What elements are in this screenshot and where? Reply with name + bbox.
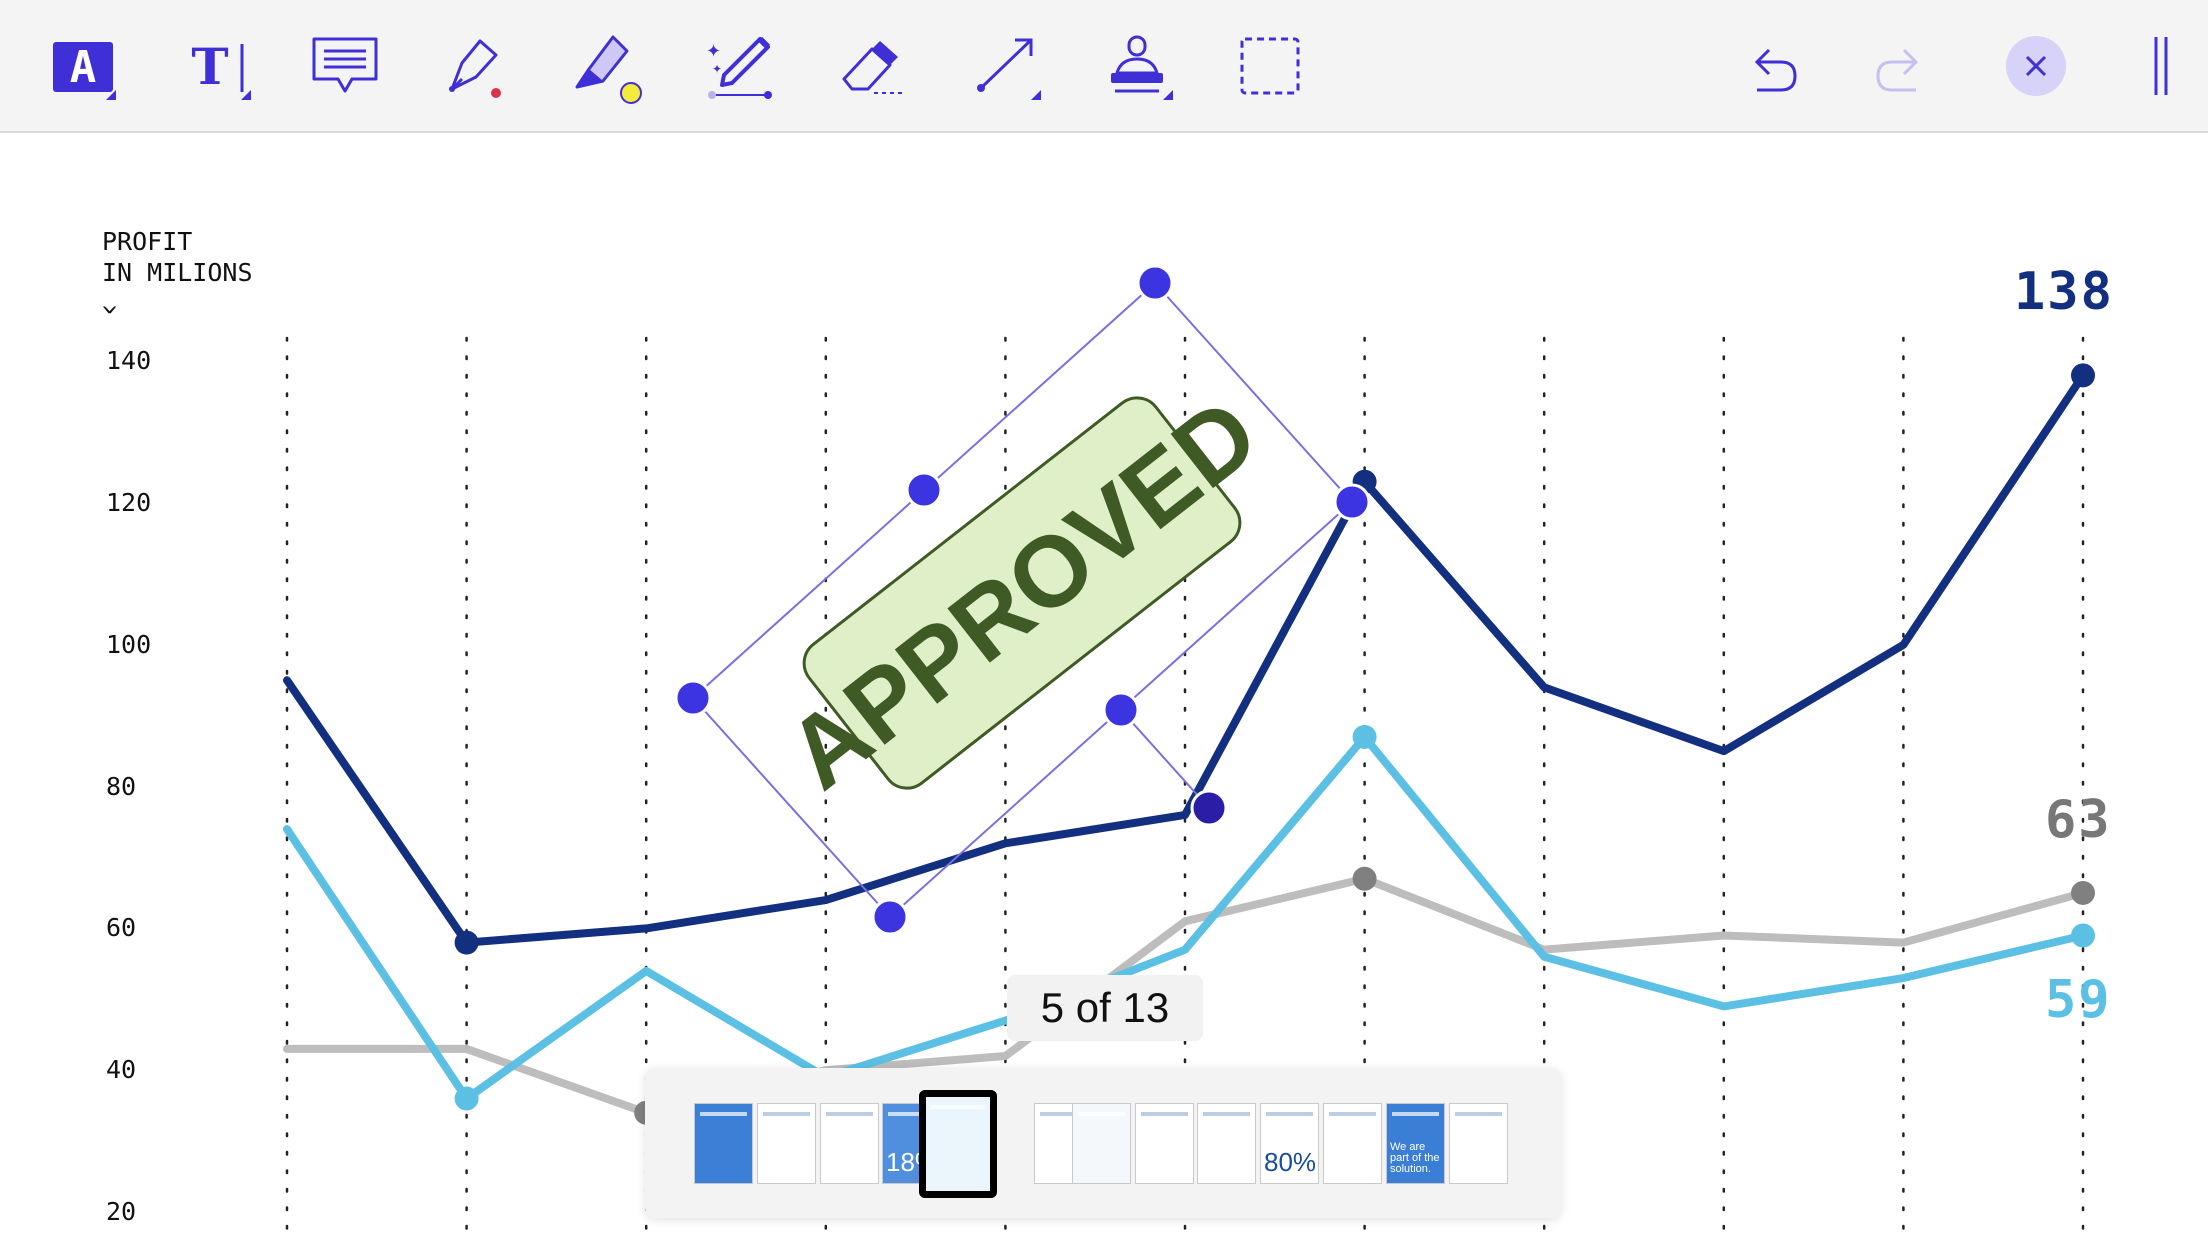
resize-handle-bottom-right[interactable] (1102, 691, 1140, 729)
note-tool[interactable] (305, 28, 385, 104)
resize-handle-left[interactable] (674, 679, 712, 717)
series-line-2 (283, 732, 2087, 1103)
y-tick-label: 20 (106, 1197, 137, 1226)
y-tick-label: 140 (106, 346, 152, 376)
page-thumbnail[interactable] (1072, 1103, 1131, 1184)
page-thumbnail[interactable] (1323, 1103, 1382, 1184)
pen-icon (449, 39, 501, 98)
redo-icon (1876, 48, 1919, 92)
text-tool[interactable]: T (175, 28, 255, 104)
series-1-point (1352, 469, 1377, 494)
series-3-point (1352, 866, 1377, 891)
undo-icon (1754, 48, 1797, 92)
thumbnail-content (1141, 1112, 1188, 1116)
y-tick-label: 100 (106, 629, 152, 659)
line-tool[interactable] (965, 28, 1045, 104)
series-3-end-label: 63 (2045, 790, 2112, 850)
y-axis-label: PROFIT IN MILIONS ^ (102, 226, 253, 319)
eraser-tool[interactable] (832, 28, 912, 104)
annotation-toolbar: A T ✦ ✦ (0, 0, 2208, 133)
page-thumbnail-strip: 18% 80% We are part of the solution. (645, 1068, 1561, 1218)
thumbnail-content (700, 1112, 747, 1116)
text-style-icon: A (53, 42, 113, 93)
page-thumbnail[interactable] (820, 1103, 879, 1184)
series-2-point (454, 1086, 479, 1111)
thumbnail-content (1329, 1112, 1376, 1116)
stamp-body[interactable] (794, 388, 1249, 798)
rotation-handle-line (1120, 709, 1210, 809)
series-2-point (2071, 923, 2095, 948)
series-line-1 (283, 371, 2087, 947)
text-tool-glyph: T (191, 37, 228, 96)
resize-handle-right[interactable] (1333, 483, 1371, 521)
highlighter-tool[interactable] (567, 28, 647, 104)
page-indicator: 5 of 13 (1007, 975, 1203, 1041)
eraser-icon (842, 41, 904, 94)
undo-button[interactable] (1733, 28, 1813, 104)
y-tick-label: 60 (106, 913, 137, 943)
resize-handle-bottom[interactable] (871, 898, 909, 936)
pen-tool[interactable] (435, 28, 515, 104)
redo-button[interactable] (1860, 28, 1940, 104)
magic-ink-tool[interactable]: ✦ ✦ (700, 28, 780, 104)
series-1-end-label: 138 (2014, 262, 2114, 322)
resize-handle-top[interactable] (1136, 264, 1174, 302)
y-tick-label: 120 (106, 488, 152, 517)
series-3-point (2071, 880, 2095, 905)
thumbnail-content (1078, 1112, 1125, 1116)
page-thumbnail[interactable] (1135, 1103, 1194, 1184)
selection-tool[interactable] (1230, 28, 1310, 104)
magic-pen-icon: ✦ ✦ (706, 36, 772, 99)
close-icon (2025, 55, 2047, 77)
series-1-point (454, 930, 479, 955)
rotation-handle[interactable] (1190, 789, 1228, 827)
comment-icon (312, 37, 378, 93)
series-2-end-label: 59 (2045, 970, 2112, 1030)
page-thumbnail[interactable]: We are part of the solution. (1386, 1103, 1445, 1184)
svg-text:✦: ✦ (706, 41, 721, 62)
page-thumbnail[interactable] (757, 1103, 816, 1184)
page-thumbnail[interactable] (919, 1090, 997, 1198)
y-axis-label-line-1: PROFIT (102, 227, 193, 256)
thumbnail-content (1392, 1112, 1439, 1116)
series-1-point (2071, 363, 2095, 388)
selection-frame (691, 281, 1354, 919)
page-thumbnail[interactable] (1197, 1103, 1256, 1184)
page-thumbnail[interactable]: 80% (1260, 1103, 1319, 1184)
y-tick-label: 40 (106, 1055, 137, 1085)
thumbnail-content (1455, 1112, 1502, 1116)
series-2-point (1352, 724, 1377, 749)
page-thumbnail[interactable] (694, 1103, 753, 1184)
thumbnail-content (826, 1112, 873, 1116)
highlighter-icon (575, 35, 642, 104)
text-style-tool[interactable]: A (40, 28, 120, 104)
thumbnail-content (1266, 1112, 1313, 1116)
thumbnail-content (1203, 1112, 1250, 1116)
y-axis-arrow: ^ (102, 289, 118, 318)
line-arrow-icon (977, 38, 1033, 92)
line-chart (283, 336, 2095, 1242)
approved-stamp-annotation[interactable]: APPROVED (0, 0, 2208, 1242)
selection-icon (1240, 37, 1300, 95)
resize-handle-top-left[interactable] (905, 471, 943, 509)
y-axis-label-line-2: IN MILIONS (102, 258, 253, 287)
thumbnail-content (763, 1112, 810, 1116)
page-thumbnail[interactable] (1449, 1103, 1508, 1184)
thumbnail-text: 80% (1264, 1147, 1317, 1177)
svg-text:✦: ✦ (712, 62, 722, 76)
toolbar-drag-handle[interactable] (2126, 28, 2196, 104)
stamp-tool[interactable] (1097, 28, 1177, 104)
close-annotation-button[interactable] (2006, 36, 2066, 96)
stamp-text: APPROVED (767, 377, 1278, 811)
thumbnail-text: We are part of the solution. (1390, 1141, 1440, 1175)
thumbnail-content (931, 1105, 985, 1109)
text-style-glyph: A (70, 42, 97, 93)
y-tick-label: 80 (106, 771, 137, 801)
drag-handle-icon (2154, 37, 2168, 95)
text-cursor-icon: T (191, 37, 244, 96)
